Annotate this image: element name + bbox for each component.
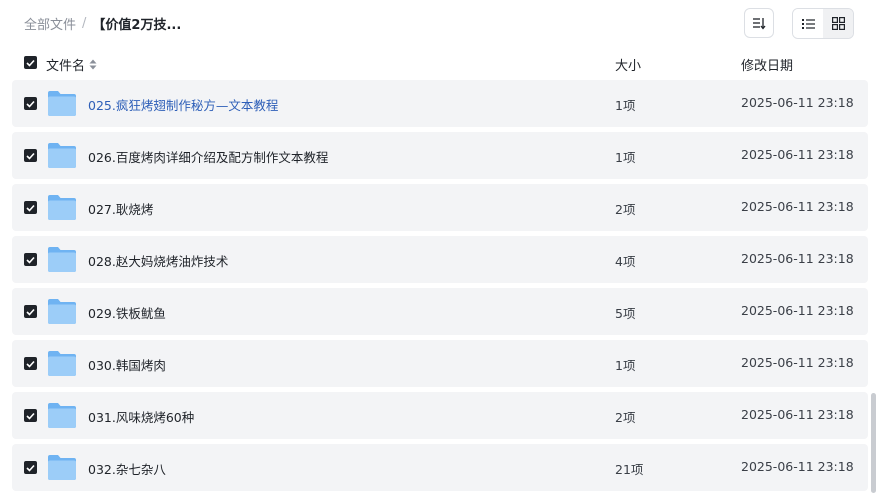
row-checkbox[interactable]: [24, 149, 37, 162]
file-size: 5项: [615, 306, 636, 321]
file-row[interactable]: 026.百度烤肉详细介绍及配方制作文本教程 1项 2025-06-11 23:1…: [12, 132, 868, 179]
row-checkbox[interactable]: [24, 357, 37, 370]
list-view-icon: [801, 18, 815, 29]
breadcrumb: 全部文件 / 【价值2万技...: [24, 14, 181, 33]
file-modified: 2025-06-11 23:18: [741, 95, 854, 110]
file-size: 1项: [615, 358, 636, 373]
row-checkbox[interactable]: [24, 253, 37, 266]
row-checkbox[interactable]: [24, 461, 37, 474]
file-size: 1项: [615, 150, 636, 165]
file-row[interactable]: 030.韩国烤肉 1项 2025-06-11 23:18: [12, 340, 868, 387]
breadcrumb-current: 【价值2万技...: [92, 18, 182, 33]
file-row[interactable]: 027.耿烧烤 2项 2025-06-11 23:18: [12, 184, 868, 231]
checkmark-icon: [26, 256, 35, 264]
file-row[interactable]: 028.赵大妈烧烤油炸技术 4项 2025-06-11 23:18: [12, 236, 868, 283]
scrollbar-thumb[interactable]: [871, 393, 876, 493]
file-modified: 2025-06-11 23:18: [741, 355, 854, 370]
column-name-header[interactable]: 文件名: [46, 55, 97, 74]
checkmark-icon: [26, 59, 35, 67]
folder-icon: [48, 195, 76, 220]
file-size: 21项: [615, 462, 644, 477]
file-modified: 2025-06-11 23:18: [741, 407, 854, 422]
folder-icon: [48, 247, 76, 272]
row-checkbox[interactable]: [24, 305, 37, 318]
file-name[interactable]: 025.疯狂烤翅制作秘方—文本教程: [88, 95, 278, 114]
file-size: 1项: [615, 98, 636, 113]
sort-arrows-icon: [89, 59, 97, 70]
folder-icon: [48, 143, 76, 168]
folder-icon: [48, 91, 76, 116]
file-modified: 2025-06-11 23:18: [741, 199, 854, 214]
checkmark-icon: [26, 412, 35, 420]
column-size-header[interactable]: 大小: [615, 55, 641, 74]
list-view-button[interactable]: [793, 9, 823, 38]
file-name[interactable]: 030.韩国烤肉: [88, 355, 166, 374]
checkmark-icon: [26, 152, 35, 160]
breadcrumb-separator: /: [82, 16, 87, 31]
file-size: 4项: [615, 254, 636, 269]
file-size: 2项: [615, 202, 636, 217]
folder-icon: [48, 455, 76, 480]
file-name[interactable]: 032.杂七杂八: [88, 459, 166, 478]
breadcrumb-root[interactable]: 全部文件: [24, 14, 76, 33]
file-name[interactable]: 028.赵大妈烧烤油炸技术: [88, 251, 228, 270]
file-size: 2项: [615, 410, 636, 425]
checkmark-icon: [26, 100, 35, 108]
checkmark-icon: [26, 464, 35, 472]
folder-icon: [48, 351, 76, 376]
file-name[interactable]: 029.铁板鱿鱼: [88, 303, 166, 322]
folder-icon: [48, 299, 76, 324]
grid-view-icon: [831, 17, 845, 30]
view-toggle: [792, 8, 854, 39]
file-modified: 2025-06-11 23:18: [741, 303, 854, 318]
file-row[interactable]: 029.铁板鱿鱼 5项 2025-06-11 23:18: [12, 288, 868, 335]
sort-button[interactable]: [744, 8, 774, 38]
checkmark-icon: [26, 204, 35, 212]
file-list: 025.疯狂烤翅制作秘方—文本教程 1项 2025-06-11 23:18 02…: [12, 80, 868, 496]
checkmark-icon: [26, 308, 35, 316]
select-all-checkbox[interactable]: [24, 56, 37, 69]
row-checkbox[interactable]: [24, 409, 37, 422]
file-name[interactable]: 031.风味烧烤60种: [88, 407, 194, 426]
checkmark-icon: [26, 360, 35, 368]
column-name-label: 文件名: [46, 59, 86, 74]
row-checkbox[interactable]: [24, 97, 37, 110]
file-modified: 2025-06-11 23:18: [741, 459, 854, 474]
grid-view-button[interactable]: [823, 9, 853, 38]
file-modified: 2025-06-11 23:18: [741, 251, 854, 266]
file-row[interactable]: 032.杂七杂八 21项 2025-06-11 23:18: [12, 444, 868, 491]
file-name[interactable]: 026.百度烤肉详细介绍及配方制作文本教程: [88, 147, 328, 166]
file-name[interactable]: 027.耿烧烤: [88, 199, 153, 218]
folder-icon: [48, 403, 76, 428]
table-header: 文件名 大小 修改日期: [12, 50, 868, 78]
file-row[interactable]: 031.风味烧烤60种 2项 2025-06-11 23:18: [12, 392, 868, 439]
file-row[interactable]: 025.疯狂烤翅制作秘方—文本教程 1项 2025-06-11 23:18: [12, 80, 868, 127]
row-checkbox[interactable]: [24, 201, 37, 214]
column-modified-header[interactable]: 修改日期: [741, 55, 793, 74]
top-bar: 全部文件 / 【价值2万技...: [0, 0, 878, 48]
sort-icon: [753, 18, 766, 30]
file-modified: 2025-06-11 23:18: [741, 147, 854, 162]
